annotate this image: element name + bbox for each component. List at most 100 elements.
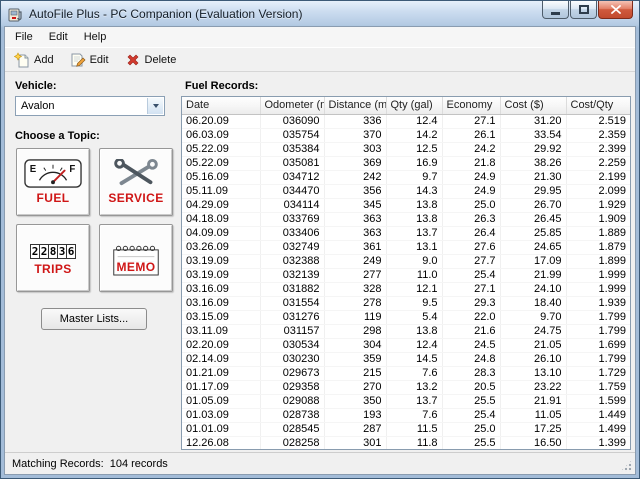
table-cell: 25.4 xyxy=(442,408,501,423)
col-header-economy[interactable]: Economy xyxy=(442,97,501,115)
minimize-button[interactable] xyxy=(542,1,569,19)
table-row[interactable]: 12.26.08 028258 301 11.8 25.5 16.50 1.399 xyxy=(182,436,630,449)
vehicle-label: Vehicle: xyxy=(15,80,57,92)
menu-edit[interactable]: Edit xyxy=(41,28,76,46)
col-header-cost-per-qty[interactable]: Cost/Qty xyxy=(566,97,630,115)
table-row[interactable]: 05.11.09 034470 356 14.3 24.9 29.95 2.099 xyxy=(182,184,630,199)
table-row[interactable]: 05.22.09 035081 369 16.9 21.8 38.26 2.259 xyxy=(182,156,630,171)
table-row[interactable]: 03.19.09 032139 277 11.0 25.4 21.99 1.999 xyxy=(182,268,630,283)
table-cell: 01.21.09 xyxy=(182,366,261,381)
table-row[interactable]: 04.29.09 034114 345 13.8 25.0 26.70 1.929 xyxy=(182,198,630,213)
table-row[interactable]: 03.19.09 032388 249 9.0 27.7 17.09 1.899 xyxy=(182,254,630,269)
table-cell: 26.4 xyxy=(442,226,501,241)
table-cell: 030534 xyxy=(260,338,325,353)
table-cell: 277 xyxy=(324,268,387,283)
trips-topic-button[interactable]: 22836 TRIPS xyxy=(16,224,90,292)
close-icon xyxy=(610,5,621,14)
table-row[interactable]: 06.20.09 036090 336 12.4 27.1 31.20 2.519 xyxy=(182,114,630,129)
table-cell: 13.7 xyxy=(386,394,443,409)
table-cell: 24.9 xyxy=(442,170,501,185)
table-cell: 301 xyxy=(324,436,387,449)
delete-button-label: Delete xyxy=(144,53,177,66)
table-cell: 1.999 xyxy=(566,282,630,297)
menu-help[interactable]: Help xyxy=(76,28,115,46)
table-cell: 029673 xyxy=(260,366,325,381)
table-cell: 034712 xyxy=(260,170,325,185)
fuel-topic-button[interactable]: E F FUEL xyxy=(16,148,90,216)
table-cell: 25.85 xyxy=(500,226,567,241)
table-cell: 2.519 xyxy=(566,114,630,129)
table-row[interactable]: 04.09.09 033406 363 13.7 26.4 25.85 1.889 xyxy=(182,226,630,241)
table-cell: 03.16.09 xyxy=(182,282,261,297)
fuel-records-label: Fuel Records: xyxy=(185,80,259,92)
table-cell: 2.199 xyxy=(566,170,630,185)
table-row[interactable]: 03.16.09 031882 328 12.1 27.1 24.10 1.999 xyxy=(182,282,630,297)
table-cell: 04.18.09 xyxy=(182,212,261,227)
table-row[interactable]: 06.03.09 035754 370 14.2 26.1 33.54 2.359 xyxy=(182,128,630,143)
edit-button-label: Edit xyxy=(89,53,109,66)
table-cell: 13.8 xyxy=(386,198,443,213)
table-row[interactable]: 01.01.09 028545 287 11.5 25.0 17.25 1.499 xyxy=(182,422,630,437)
close-button[interactable] xyxy=(598,1,633,19)
table-cell: 033769 xyxy=(260,212,325,227)
table-row[interactable]: 03.11.09 031157 298 13.8 21.6 24.75 1.799 xyxy=(182,324,630,339)
table-cell: 2.399 xyxy=(566,142,630,157)
table-cell: 032139 xyxy=(260,268,325,283)
table-cell: 21.30 xyxy=(500,170,567,185)
table-cell: 7.6 xyxy=(386,366,443,381)
table-row[interactable]: 01.21.09 029673 215 7.6 28.3 13.10 1.729 xyxy=(182,366,630,381)
status-bar: Matching Records: 104 records xyxy=(5,452,635,474)
menu-file[interactable]: File xyxy=(7,28,41,46)
col-header-distance[interactable]: Distance (mi) xyxy=(324,97,387,115)
add-button[interactable]: Add xyxy=(9,49,63,71)
table-cell: 16.9 xyxy=(386,156,443,171)
maximize-button[interactable] xyxy=(570,1,597,19)
table-cell: 25.0 xyxy=(442,422,501,437)
minimize-icon xyxy=(551,11,560,15)
table-row[interactable]: 05.16.09 034712 242 9.7 24.9 21.30 2.199 xyxy=(182,170,630,185)
table-row[interactable]: 05.22.09 035384 303 12.5 24.2 29.92 2.399 xyxy=(182,142,630,157)
table-row[interactable]: 01.05.09 029088 350 13.7 25.5 21.91 1.599 xyxy=(182,394,630,409)
table-row[interactable]: 03.15.09 031276 119 5.4 22.0 9.70 1.799 xyxy=(182,310,630,325)
table-cell: 034114 xyxy=(260,198,325,213)
table-cell: 278 xyxy=(324,296,387,311)
vehicle-select[interactable]: Avalon xyxy=(15,96,165,116)
col-header-cost[interactable]: Cost ($) xyxy=(500,97,567,115)
table-row[interactable]: 01.17.09 029358 270 13.2 20.5 23.22 1.759 xyxy=(182,380,630,395)
table-cell: 13.8 xyxy=(386,212,443,227)
table-row[interactable]: 02.20.09 030534 304 12.4 24.5 21.05 1.699 xyxy=(182,338,630,353)
table-cell: 2.099 xyxy=(566,184,630,199)
table-cell: 032388 xyxy=(260,254,325,269)
table-row[interactable]: 01.03.09 028738 193 7.6 25.4 11.05 1.449 xyxy=(182,408,630,423)
service-topic-button[interactable]: SERVICE xyxy=(99,148,173,216)
table-cell: 304 xyxy=(324,338,387,353)
table-cell: 03.19.09 xyxy=(182,254,261,269)
memo-topic-label: MEMO xyxy=(114,259,158,274)
master-lists-button[interactable]: Master Lists... xyxy=(41,308,147,330)
table-cell: 12.5 xyxy=(386,142,443,157)
table-cell: 17.09 xyxy=(500,254,567,269)
table-cell: 01.17.09 xyxy=(182,380,261,395)
table-row[interactable]: 03.16.09 031554 278 9.5 29.3 18.40 1.939 xyxy=(182,296,630,311)
table-row[interactable]: 04.18.09 033769 363 13.8 26.3 26.45 1.909 xyxy=(182,212,630,227)
fuel-table-body: 06.20.09 036090 336 12.4 27.1 31.20 2.519 06.03… xyxy=(182,114,630,449)
resize-grip[interactable] xyxy=(620,459,633,472)
table-cell: 031554 xyxy=(260,296,325,311)
col-header-date[interactable]: Date xyxy=(182,97,261,115)
edit-button[interactable]: Edit xyxy=(65,49,118,71)
table-cell: 14.2 xyxy=(386,128,443,143)
table-cell: 11.5 xyxy=(386,422,443,437)
table-cell: 05.11.09 xyxy=(182,184,261,199)
table-cell: 01.01.09 xyxy=(182,422,261,437)
table-cell: 1.799 xyxy=(566,324,630,339)
col-header-odometer[interactable]: Odometer (mi) xyxy=(260,97,325,115)
table-row[interactable]: 03.26.09 032749 361 13.1 27.6 24.65 1.879 xyxy=(182,240,630,255)
table-row[interactable]: 02.14.09 030230 359 14.5 24.8 26.10 1.799 xyxy=(182,352,630,367)
col-header-qty[interactable]: Qty (gal) xyxy=(386,97,443,115)
table-cell: 028258 xyxy=(260,436,325,449)
title-bar[interactable]: AutoFile Plus - PC Companion (Evaluation… xyxy=(1,1,639,26)
delete-button[interactable]: Delete xyxy=(120,49,186,71)
table-cell: 2.359 xyxy=(566,128,630,143)
memo-topic-button[interactable]: MEMO xyxy=(99,224,173,292)
table-cell: 7.6 xyxy=(386,408,443,423)
